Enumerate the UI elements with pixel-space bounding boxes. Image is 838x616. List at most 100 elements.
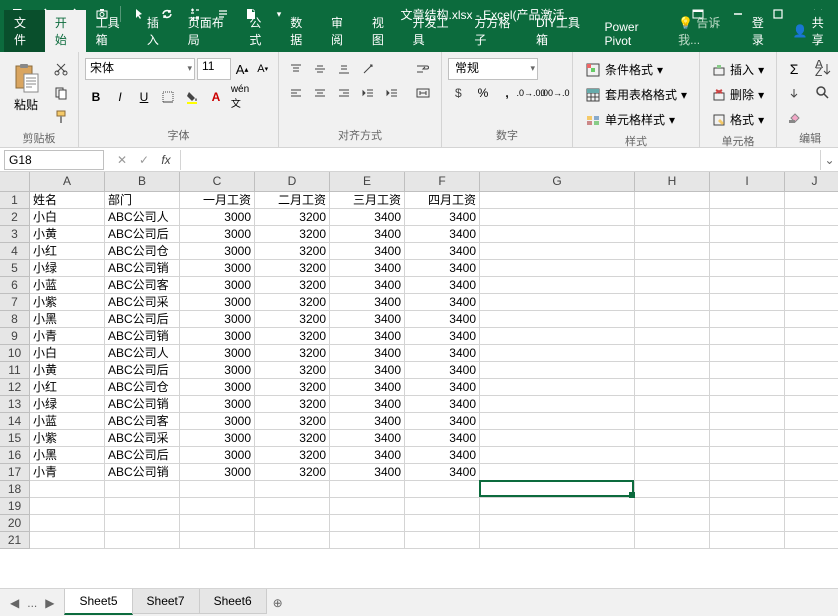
cell[interactable]: 3400 <box>405 396 480 413</box>
cell[interactable] <box>710 311 785 328</box>
tab-dev[interactable]: 开发工具 <box>403 10 465 52</box>
cell[interactable] <box>635 413 710 430</box>
row-header[interactable]: 17 <box>0 464 30 481</box>
cell[interactable] <box>710 481 785 498</box>
cell[interactable] <box>480 277 635 294</box>
cell[interactable] <box>635 311 710 328</box>
cell[interactable]: 3000 <box>180 328 255 345</box>
decrease-font-button[interactable]: A▾ <box>253 58 272 80</box>
cell[interactable]: 3200 <box>255 209 330 226</box>
add-sheet-button[interactable]: ⊕ <box>266 591 290 615</box>
column-header[interactable]: F <box>405 172 480 192</box>
cell[interactable]: 3400 <box>405 209 480 226</box>
copy-button[interactable] <box>50 82 72 104</box>
tab-insert[interactable]: 插入 <box>137 10 178 52</box>
row-header[interactable]: 5 <box>0 260 30 277</box>
cell[interactable]: 3200 <box>255 345 330 362</box>
cell[interactable] <box>785 413 838 430</box>
cell[interactable] <box>30 481 105 498</box>
cell[interactable] <box>785 328 838 345</box>
cell[interactable] <box>180 515 255 532</box>
cell[interactable] <box>710 532 785 549</box>
cell[interactable]: 小紫 <box>30 294 105 311</box>
cell[interactable] <box>785 362 838 379</box>
cell[interactable] <box>710 192 785 209</box>
cell[interactable]: 3400 <box>330 294 405 311</box>
column-header[interactable]: G <box>480 172 635 192</box>
cell[interactable]: 3000 <box>180 277 255 294</box>
cell[interactable] <box>710 498 785 515</box>
cell[interactable] <box>30 498 105 515</box>
row-header[interactable]: 14 <box>0 413 30 430</box>
cell[interactable]: 3200 <box>255 311 330 328</box>
cell[interactable]: ABC公司后 <box>105 447 180 464</box>
cell[interactable] <box>635 277 710 294</box>
cell[interactable]: 小白 <box>30 345 105 362</box>
column-header[interactable]: H <box>635 172 710 192</box>
cell[interactable]: 3000 <box>180 260 255 277</box>
bold-button[interactable]: B <box>85 86 107 108</box>
cell[interactable] <box>480 362 635 379</box>
cell[interactable] <box>330 515 405 532</box>
sheet-tab[interactable]: Sheet7 <box>132 589 200 614</box>
cell[interactable]: 小紫 <box>30 430 105 447</box>
cell[interactable]: ABC公司采 <box>105 430 180 447</box>
increase-decimal-button[interactable]: .0→.00 <box>520 82 542 104</box>
row-header[interactable]: 10 <box>0 345 30 362</box>
cell[interactable] <box>710 294 785 311</box>
cell[interactable] <box>480 464 635 481</box>
cell[interactable] <box>785 379 838 396</box>
orientation-button[interactable] <box>357 58 379 80</box>
cell[interactable]: 3000 <box>180 447 255 464</box>
login-button[interactable]: 登录 <box>742 10 783 52</box>
cell[interactable] <box>480 311 635 328</box>
cell[interactable]: 3400 <box>405 413 480 430</box>
cell[interactable]: 3400 <box>405 379 480 396</box>
name-box[interactable]: G18 <box>4 150 104 170</box>
cell[interactable] <box>710 362 785 379</box>
cell[interactable]: 3200 <box>255 396 330 413</box>
column-header[interactable]: B <box>105 172 180 192</box>
cell[interactable]: ABC公司人 <box>105 345 180 362</box>
cell[interactable]: 3400 <box>405 464 480 481</box>
cell[interactable] <box>480 379 635 396</box>
share-button[interactable]: 👤共享 <box>783 10 838 52</box>
cell[interactable]: 小红 <box>30 379 105 396</box>
cell[interactable] <box>405 532 480 549</box>
cell[interactable]: 小蓝 <box>30 413 105 430</box>
row-header[interactable]: 21 <box>0 532 30 549</box>
cell[interactable]: 3400 <box>330 413 405 430</box>
cell[interactable] <box>105 532 180 549</box>
cell[interactable] <box>105 481 180 498</box>
cell[interactable] <box>785 515 838 532</box>
cell[interactable] <box>405 498 480 515</box>
cell[interactable]: 部门 <box>105 192 180 209</box>
format-cells-button[interactable]: 格式 ▾ <box>706 108 770 131</box>
cell[interactable] <box>785 481 838 498</box>
sheet-more-icon[interactable]: ... <box>25 596 39 610</box>
cell[interactable]: 3400 <box>330 277 405 294</box>
cell[interactable] <box>635 464 710 481</box>
cell[interactable]: 3000 <box>180 226 255 243</box>
autosum-button[interactable]: Σ <box>783 58 805 80</box>
number-format-select[interactable]: 常规▾ <box>448 58 538 80</box>
cell[interactable] <box>635 532 710 549</box>
cell[interactable]: 小红 <box>30 243 105 260</box>
cell[interactable] <box>635 294 710 311</box>
cell[interactable]: 一月工资 <box>180 192 255 209</box>
cell[interactable]: 小绿 <box>30 396 105 413</box>
cell[interactable] <box>635 515 710 532</box>
cell[interactable] <box>180 498 255 515</box>
row-header[interactable]: 13 <box>0 396 30 413</box>
underline-button[interactable]: U <box>133 86 155 108</box>
cell[interactable]: ABC公司仓 <box>105 243 180 260</box>
find-select-button[interactable] <box>809 82 837 104</box>
row-header[interactable]: 4 <box>0 243 30 260</box>
cell[interactable] <box>710 413 785 430</box>
cell[interactable]: ABC公司销 <box>105 328 180 345</box>
cell[interactable]: 3000 <box>180 379 255 396</box>
font-color-button[interactable]: A <box>205 86 227 108</box>
cell[interactable] <box>635 498 710 515</box>
cell[interactable]: 3400 <box>330 328 405 345</box>
column-header[interactable]: D <box>255 172 330 192</box>
